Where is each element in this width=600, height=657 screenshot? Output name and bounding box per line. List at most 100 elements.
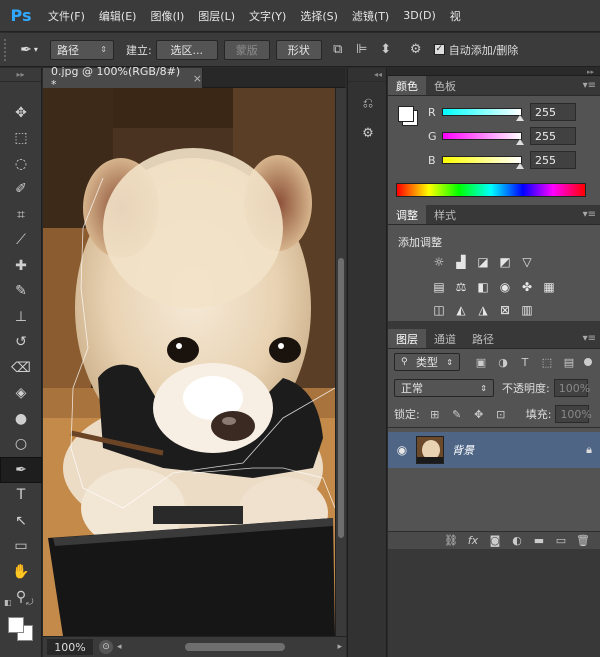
posterize-icon[interactable]: ◭ <box>450 300 472 320</box>
new-group-icon[interactable]: ▬ <box>528 534 550 547</box>
menu-file[interactable]: 文件(F) <box>48 8 85 24</box>
dodge-tool-icon[interactable]: ○ <box>0 432 42 458</box>
red-slider[interactable] <box>442 108 524 121</box>
blur-tool-icon[interactable]: ● <box>0 406 42 432</box>
exposure-icon[interactable]: ◩ <box>494 252 516 272</box>
clone-stamp-tool-icon[interactable]: ⊥ <box>0 304 42 330</box>
panel-menu-icon[interactable]: ▾≡ <box>583 80 596 91</box>
vibrance-icon[interactable]: ▽ <box>516 252 538 272</box>
menu-3d[interactable]: 3D(D) <box>403 9 436 22</box>
tab-channels[interactable]: 通道 <box>426 329 464 348</box>
vertical-scroll-thumb[interactable] <box>338 258 344 538</box>
hand-tool-icon[interactable]: ✋ <box>0 559 42 585</box>
eye-icon[interactable]: ◉ <box>388 443 416 457</box>
hue-saturation-icon[interactable]: ▤ <box>428 277 450 297</box>
menu-layer[interactable]: 图层(L) <box>198 8 235 24</box>
gear-icon[interactable]: ⚙ <box>406 40 426 60</box>
options-grip[interactable] <box>4 38 8 61</box>
brightness-icon[interactable]: ☼ <box>428 252 450 272</box>
eyedropper-tool-icon[interactable]: ⟋ <box>0 228 42 254</box>
history-panel-icon[interactable]: ⎌ <box>348 88 388 118</box>
opacity-field[interactable]: 100% <box>553 379 590 397</box>
menu-image[interactable]: 图像(I) <box>150 8 184 24</box>
quick-select-tool-icon[interactable]: ✐ <box>0 177 42 203</box>
selective-color-icon[interactable]: ⊠ <box>494 300 516 320</box>
pen-tool-preset-icon[interactable]: ✒ ▾ <box>14 39 44 61</box>
photo-filter-icon[interactable]: ◉ <box>494 277 516 297</box>
mask-button[interactable]: 蒙版 <box>223 39 270 60</box>
channel-mixer-icon[interactable]: ✤ <box>516 277 538 297</box>
link-layers-icon[interactable]: ⛓ <box>440 534 462 547</box>
properties-panel-icon[interactable]: ⚙ <box>348 118 388 148</box>
layer-kind-select[interactable]: ⚲ 类型 ⇕ <box>394 353 460 371</box>
color-balance-icon[interactable]: ⚖ <box>450 277 472 297</box>
tab-styles[interactable]: 样式 <box>426 205 464 224</box>
lasso-tool-icon[interactable]: ◌ <box>0 151 42 177</box>
text-tool-icon[interactable]: T <box>0 483 42 509</box>
slider-handle-icon[interactable] <box>516 115 524 121</box>
filter-pixel-icon[interactable]: ▣ <box>470 356 492 369</box>
default-colors-icon[interactable]: ◧ <box>4 598 12 607</box>
history-brush-tool-icon[interactable]: ↺ <box>0 330 42 356</box>
doc-info-icon[interactable]: ⊙ <box>99 640 113 654</box>
selection-button[interactable]: 选区... <box>155 39 218 60</box>
close-icon[interactable]: × <box>193 72 202 85</box>
menu-filter[interactable]: 滤镜(T) <box>352 8 389 24</box>
panels-collapse-icon[interactable]: ▸▸ <box>388 68 600 76</box>
green-slider[interactable] <box>442 132 524 145</box>
filter-smart-icon[interactable]: ▤ <box>558 356 580 369</box>
red-value-field[interactable]: 255 <box>530 103 576 121</box>
filter-toggle-icon[interactable] <box>584 358 592 366</box>
swap-colors-icon[interactable]: ⤾ <box>26 598 34 608</box>
curves-icon[interactable]: ◪ <box>472 252 494 272</box>
threshold-icon[interactable]: ◮ <box>472 300 494 320</box>
foreground-color-swatch[interactable] <box>8 617 24 633</box>
move-tool-icon[interactable]: ✥ <box>0 100 42 126</box>
path-arrangement-icon[interactable]: ⬍ <box>376 40 396 60</box>
invert-icon[interactable]: ◫ <box>428 300 450 320</box>
pen-mode-select[interactable]: 路径 ⇕ <box>50 39 114 60</box>
fx-icon[interactable]: fx <box>462 534 484 547</box>
strip-collapse-icon[interactable]: ◂◂ <box>348 68 386 82</box>
scroll-right-icon[interactable]: ▸ <box>337 642 342 652</box>
menu-edit[interactable]: 编辑(E) <box>99 8 137 24</box>
tab-paths[interactable]: 路径 <box>464 329 502 348</box>
color-spectrum-bar[interactable] <box>396 183 586 197</box>
slider-handle-icon[interactable] <box>516 139 524 145</box>
paint-bucket-tool-icon[interactable]: ◈ <box>0 381 42 407</box>
canvas-vertical-scrollbar[interactable] <box>335 88 346 636</box>
lock-position-icon[interactable]: ✥ <box>468 408 490 421</box>
brush-tool-icon[interactable]: ✎ <box>0 279 42 305</box>
tab-color[interactable]: 颜色 <box>388 76 426 95</box>
color-lookup-icon[interactable]: ▦ <box>538 277 560 297</box>
slider-handle-icon[interactable] <box>516 163 524 169</box>
panel-menu-icon[interactable]: ▾≡ <box>583 333 596 344</box>
add-mask-icon[interactable]: ◙ <box>484 534 506 547</box>
path-alignment-icon[interactable]: ⊫ <box>352 40 372 60</box>
filter-shape-icon[interactable]: ⬚ <box>536 356 558 369</box>
crop-tool-icon[interactable]: ⌗ <box>0 202 42 228</box>
eraser-tool-icon[interactable]: ⌫ <box>0 355 42 381</box>
filter-text-icon[interactable]: T <box>514 356 536 369</box>
rectangle-tool-icon[interactable]: ▭ <box>0 534 42 560</box>
horizontal-scroll-thumb[interactable] <box>185 643 285 651</box>
document-tab[interactable]: 0.jpg @ 100%(RGB/8#) * × <box>43 65 203 91</box>
black-white-icon[interactable]: ◧ <box>472 277 494 297</box>
new-adjustment-icon[interactable]: ◐ <box>506 534 528 547</box>
new-layer-icon[interactable]: ▭ <box>550 534 572 547</box>
fill-field[interactable]: 100% <box>555 405 592 423</box>
layer-name[interactable]: 背景 <box>452 442 474 458</box>
menu-select[interactable]: 选择(S) <box>300 8 338 24</box>
lock-transparent-icon[interactable]: ⊞ <box>424 408 446 421</box>
blue-value-field[interactable]: 255 <box>530 151 576 169</box>
gradient-map-icon[interactable]: ▥ <box>516 300 538 320</box>
tab-layers[interactable]: 图层 <box>388 329 426 348</box>
tab-adjustments[interactable]: 调整 <box>388 205 426 224</box>
tab-swatches[interactable]: 色板 <box>426 76 464 95</box>
lock-pixels-icon[interactable]: ✎ <box>446 408 468 421</box>
blue-slider[interactable] <box>442 156 524 169</box>
pen-tool-icon[interactable]: ✒ <box>0 457 42 483</box>
trash-icon[interactable]: 🗑︎ <box>572 534 594 547</box>
panel-menu-icon[interactable]: ▾≡ <box>583 209 596 220</box>
green-value-field[interactable]: 255 <box>530 127 576 145</box>
